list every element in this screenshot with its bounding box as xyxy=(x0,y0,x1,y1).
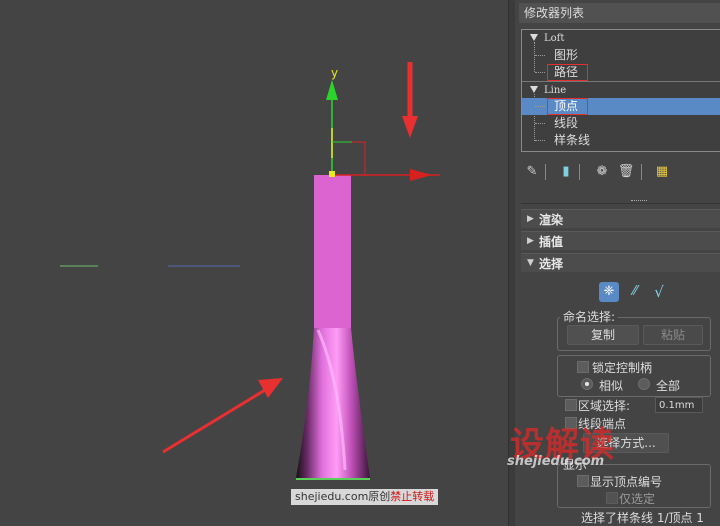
copy-button[interactable]: 复制 xyxy=(567,325,639,345)
named-selection-title: 命名选择: xyxy=(560,308,619,325)
expand-triangle-icon[interactable] xyxy=(530,86,538,93)
expanded-arrow-icon: ▼ xyxy=(527,258,534,268)
area-selection-spinner[interactable]: 0.1mm xyxy=(655,397,703,413)
segment-mode-icon[interactable]: ⁄⁄ xyxy=(625,282,645,302)
drag-handle[interactable] xyxy=(631,200,647,201)
spline-mode-icon[interactable]: √ xyxy=(649,282,669,302)
show-end-result-icon[interactable]: ▮ xyxy=(557,162,575,182)
pin-stack-icon[interactable]: ✎ xyxy=(523,162,541,182)
viewport-scene xyxy=(60,62,440,480)
highlight-box-vertex xyxy=(547,98,588,115)
gizmo-plane-red xyxy=(352,141,366,175)
toolbar-divider xyxy=(579,164,580,180)
area-selection-checkbox[interactable] xyxy=(565,399,577,411)
rollout-interpolation[interactable]: ▶ 插值 xyxy=(521,231,720,250)
vertex-mode-button[interactable]: ❈ xyxy=(599,282,619,302)
lock-handles-checkbox[interactable] xyxy=(577,361,589,373)
show-vertex-numbers-checkbox[interactable] xyxy=(577,475,589,487)
watermark-site: shejiedu.com xyxy=(507,454,605,469)
remove-modifier-icon[interactable]: 🗑 xyxy=(617,162,635,182)
show-vertex-numbers-label: 显示顶点编号 xyxy=(590,475,663,489)
collapsed-arrow-icon: ▶ xyxy=(527,236,534,246)
modifier-list-dropdown[interactable]: 修改器列表 xyxy=(519,3,720,23)
highlight-box-path xyxy=(547,64,588,81)
lock-handles-label: 锁定控制柄 xyxy=(592,361,653,375)
rollout-render[interactable]: ▶ 渲染 xyxy=(521,209,720,228)
panel-divider xyxy=(521,203,720,204)
stack-toolbar: ✎ ▮ ❁ 🗑 ▦ xyxy=(521,162,720,184)
area-selection-label: 区域选择: xyxy=(578,399,631,413)
stack-item-segment[interactable]: 线段 xyxy=(522,115,720,132)
configure-modifier-sets-icon[interactable]: ▦ xyxy=(653,162,671,182)
selected-only-label: 仅选定 xyxy=(619,492,656,506)
expand-triangle-icon[interactable] xyxy=(530,34,538,41)
paste-button[interactable]: 粘贴 xyxy=(643,325,703,345)
axis-x-arrow xyxy=(410,169,432,181)
all-radio[interactable] xyxy=(638,378,650,390)
stack-item-spline[interactable]: 样条线 xyxy=(522,132,720,149)
loft-body-top xyxy=(314,175,351,328)
annotation-arrow-diag xyxy=(162,388,266,454)
axis-y-arrow xyxy=(326,80,338,100)
viewport[interactable]: y xyxy=(0,0,508,526)
similar-radio[interactable] xyxy=(581,378,593,390)
stack-item-line[interactable]: Line xyxy=(522,82,720,99)
axis-y-label: y xyxy=(331,66,339,80)
toolbar-divider xyxy=(641,164,642,180)
watermark-badge: shejiedu.com原创禁止转载 xyxy=(291,489,439,505)
rollout-selection[interactable]: ▼ 选择 xyxy=(521,253,720,272)
tree-line xyxy=(535,106,545,107)
similar-label: 相似 xyxy=(599,379,624,393)
annotation-arrow-diag-head xyxy=(258,378,283,398)
selection-status: 选择了样条线 1/顶点 1 xyxy=(581,511,704,525)
all-label: 全部 xyxy=(656,379,681,393)
modifier-stack[interactable]: Loft 图形 路径 Line 顶点 线段 样条线 xyxy=(521,29,720,152)
toolbar-divider xyxy=(545,164,546,180)
stack-item-loft[interactable]: Loft xyxy=(522,30,720,47)
gizmo-plane xyxy=(332,141,366,175)
selected-only-checkbox[interactable] xyxy=(606,492,618,504)
annotation-arrow-down-head xyxy=(402,116,418,138)
collapsed-arrow-icon: ▶ xyxy=(527,214,534,224)
make-unique-icon[interactable]: ❁ xyxy=(593,162,611,182)
gizmo-center xyxy=(329,171,335,177)
stack-item-shape[interactable]: 图形 xyxy=(522,47,720,64)
loft-body-twist xyxy=(296,328,370,478)
